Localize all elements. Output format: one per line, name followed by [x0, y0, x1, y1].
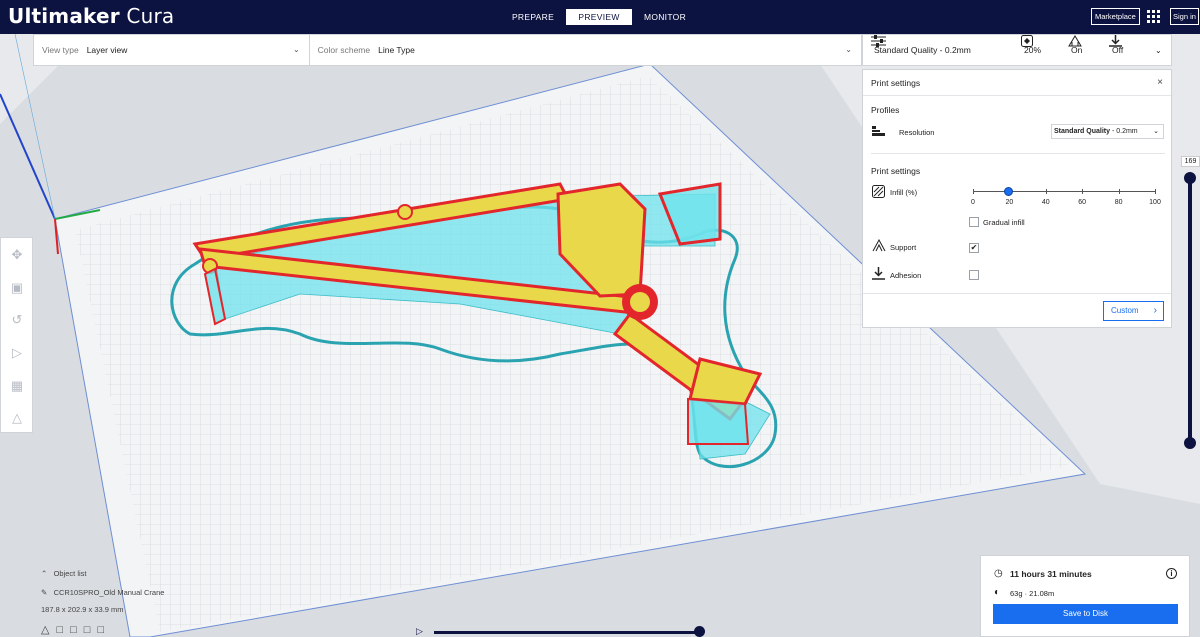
material-usage: 63g · 21.08m: [1010, 589, 1055, 598]
path-slider-handle[interactable]: [694, 626, 705, 637]
divider: [871, 153, 1165, 154]
infill-tick: [1082, 189, 1084, 194]
layer-number: 169: [1181, 156, 1200, 167]
move-icon[interactable]: ✥: [9, 247, 25, 263]
resolution-dropdown[interactable]: Standard Quality - 0.2mm ⌄: [1051, 124, 1164, 139]
print-job-panel: ◷ 11 hours 31 minutes i ◐ 63g · 21.08m S…: [980, 555, 1190, 637]
path-slider-track[interactable]: [434, 631, 698, 634]
object-list-toggle[interactable]: ⌃ Object list: [41, 569, 87, 578]
tab-preview[interactable]: PREVIEW: [566, 9, 632, 25]
adhesion-icon: [872, 267, 885, 280]
infill-icon: [872, 185, 885, 198]
profiles-title: Profiles: [871, 105, 900, 115]
color-scheme-label: Color scheme: [317, 45, 371, 55]
material-icon: ◐: [994, 587, 1001, 598]
camera-view-buttons[interactable]: △□□□□: [41, 623, 111, 636]
adhesion-icon: [1109, 35, 1122, 47]
infill-tick: [1118, 189, 1120, 194]
scale-icon[interactable]: ▣: [9, 280, 25, 296]
build-plate-viewport[interactable]: View type Layer view ⌄ Color scheme Line…: [0, 34, 1200, 637]
info-icon[interactable]: i: [1166, 568, 1177, 579]
view-type-label: View type: [42, 45, 79, 55]
per-model-settings-icon[interactable]: ▦: [9, 378, 25, 394]
infill-label: Infill (%): [890, 188, 918, 197]
rotate-icon[interactable]: ↺: [9, 312, 25, 328]
infill-tick: [1155, 189, 1156, 194]
layer-slider-bottom-handle[interactable]: [1184, 437, 1196, 449]
view-left-icon: □: [83, 624, 98, 636]
view-front-icon: □: [56, 624, 71, 636]
stage-tabs: PREPARE PREVIEW MONITOR: [500, 9, 698, 25]
print-time: 11 hours 31 minutes: [1010, 569, 1092, 579]
color-scheme-value: Line Type: [378, 45, 415, 55]
support-blocker-icon[interactable]: △: [9, 410, 25, 426]
object-item[interactable]: ✎ CCR10SPRO_Old Manual Crane: [41, 588, 164, 597]
chevron-down-icon: ⌄: [1153, 128, 1159, 135]
view-top-icon: □: [70, 624, 84, 636]
infill-tick-label: 100: [1149, 199, 1161, 206]
infill-tick: [973, 189, 974, 194]
adhesion-checkbox[interactable]: [969, 270, 979, 280]
infill-slider-handle[interactable]: [1004, 187, 1014, 196]
app-logo: Ultimaker Cura: [8, 4, 175, 28]
apps-grid-icon[interactable]: [1147, 10, 1160, 23]
mirror-icon[interactable]: ▷: [9, 345, 25, 361]
panel-title: Print settings: [871, 78, 921, 88]
infill-tick-label: 80: [1114, 199, 1123, 206]
view-options-bar: View type Layer view ⌄ Color scheme Line…: [33, 34, 862, 66]
gradual-infill-checkbox[interactable]: [969, 217, 979, 227]
infill-slider-track[interactable]: [973, 191, 1155, 192]
layer-slider-top-handle[interactable]: [1184, 172, 1196, 184]
infill-icon: [1021, 35, 1033, 47]
close-icon[interactable]: ×: [1157, 70, 1163, 96]
color-scheme-dropdown[interactable]: Color scheme Line Type ⌄: [310, 35, 861, 65]
infill-tick-label: 20: [1005, 199, 1014, 206]
object-dimensions: 187.8 x 202.9 x 33.9 mm: [41, 605, 124, 614]
infill-tick-label: 60: [1078, 199, 1087, 206]
chevron-down-icon: ⌄: [292, 45, 300, 54]
support-label: Support: [890, 243, 917, 252]
settings-sliders-icon: [871, 35, 886, 47]
resolution-icon: [872, 126, 885, 136]
print-settings-title: Print settings: [871, 166, 921, 176]
support-checkbox[interactable]: ✔: [969, 243, 979, 253]
save-to-disk-button[interactable]: Save to Disk: [993, 604, 1178, 624]
print-setup-bar[interactable]: Standard Quality - 0.2mm 20% On Off ⌄: [862, 34, 1172, 66]
chevron-up-icon: ⌃: [41, 569, 48, 578]
support-icon: [1068, 35, 1082, 47]
play-icon[interactable]: ▷: [416, 626, 423, 637]
custom-settings-button[interactable]: Custom ›: [1103, 301, 1164, 321]
infill-tick-label: 40: [1041, 199, 1050, 206]
panel-header: Print settings ×: [863, 70, 1171, 96]
tab-prepare[interactable]: PREPARE: [500, 9, 566, 25]
chevron-down-icon[interactable]: ⌄: [1155, 35, 1162, 65]
marketplace-button[interactable]: Marketplace: [1091, 8, 1140, 25]
chevron-down-icon: ⌄: [845, 45, 852, 54]
pencil-icon: ✎: [41, 588, 48, 597]
view-type-value: Layer view: [86, 45, 128, 55]
resolution-label: Resolution: [899, 128, 935, 137]
view-3d-icon: △: [41, 624, 57, 636]
tool-panel: ✥ ▣ ↺ ▷ ▦ △: [0, 237, 33, 433]
infill-tick: [1045, 189, 1047, 194]
adhesion-label: Adhesion: [890, 271, 922, 280]
print-settings-panel: Print settings × Profiles Resolution Sta…: [862, 69, 1172, 328]
gradual-infill-label: Gradual infill: [983, 218, 1025, 227]
support-icon: [872, 239, 886, 252]
profile-summary: Standard Quality - 0.2mm: [874, 45, 971, 55]
divider: [863, 293, 1171, 294]
layer-slider-track[interactable]: [1188, 178, 1192, 444]
view-type-dropdown[interactable]: View type Layer view ⌄: [34, 35, 310, 65]
chevron-right-icon: ›: [1153, 305, 1157, 316]
clock-icon: ◷: [994, 568, 1003, 579]
tab-monitor[interactable]: MONITOR: [632, 9, 698, 25]
top-bar: Ultimaker Cura PREPARE PREVIEW MONITOR M…: [0, 0, 1200, 34]
sign-in-button[interactable]: Sign in: [1170, 8, 1199, 25]
view-right-icon: □: [97, 624, 112, 636]
infill-tick-label: 0: [971, 199, 975, 206]
